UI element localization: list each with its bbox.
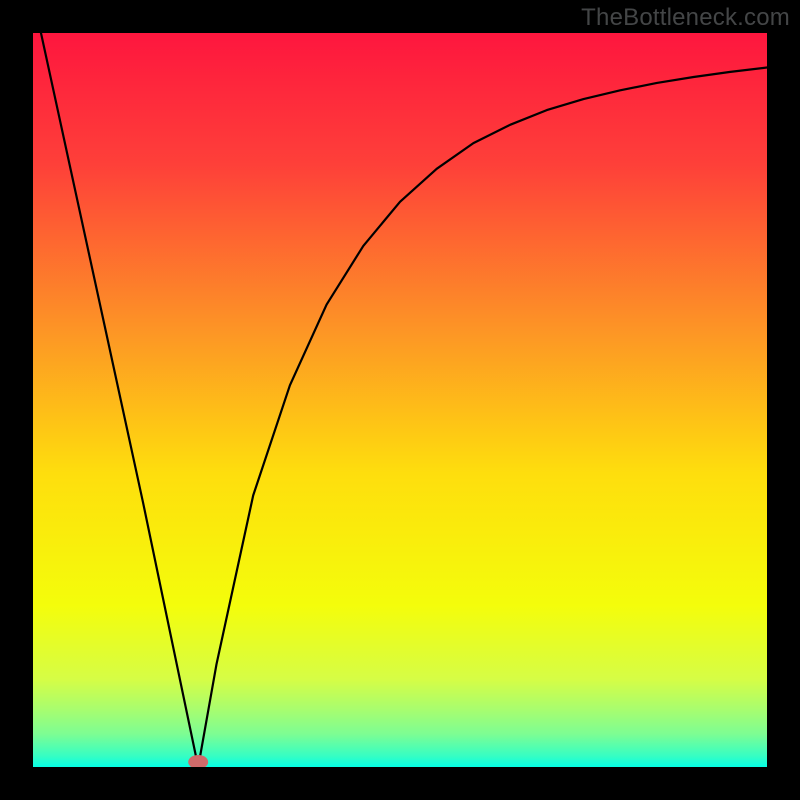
chart-frame: TheBottleneck.com <box>0 0 800 800</box>
watermark-text: TheBottleneck.com <box>581 4 790 32</box>
gradient-field <box>33 33 767 767</box>
bottleneck-chart <box>33 33 767 767</box>
